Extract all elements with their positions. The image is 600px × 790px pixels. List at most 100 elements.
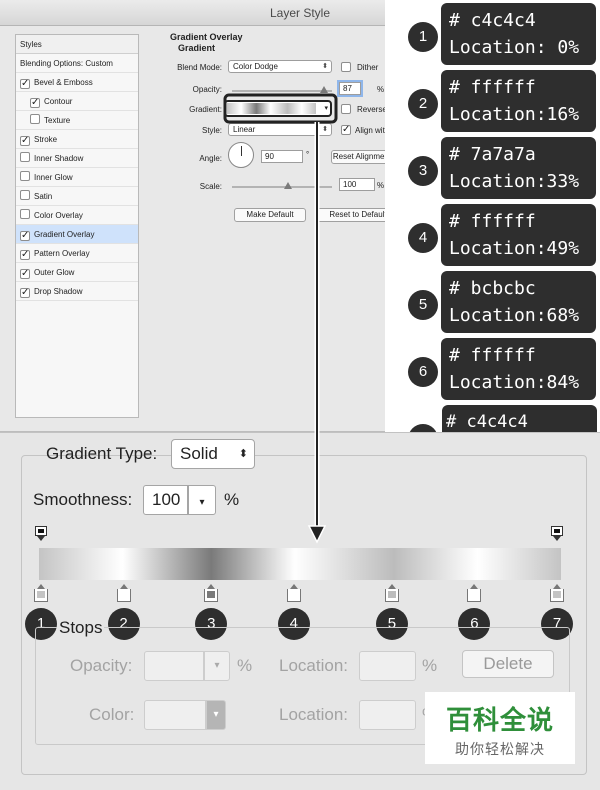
stop-color-dropdown[interactable]: ▾ bbox=[206, 700, 226, 730]
smoothness-input[interactable]: 100 bbox=[143, 485, 188, 515]
chevron-down-icon[interactable]: ▾ bbox=[324, 103, 328, 114]
callout-hex: # ffffff bbox=[449, 211, 536, 232]
styles-header[interactable]: Styles bbox=[16, 35, 138, 54]
stop-frame bbox=[116, 589, 131, 602]
style-item[interactable]: Blending Options: Custom bbox=[16, 54, 138, 73]
style-checkbox[interactable]: ✓ bbox=[20, 79, 30, 89]
make-default-button[interactable]: Make Default bbox=[234, 208, 306, 222]
callout-number: 2 bbox=[408, 89, 438, 119]
style-item[interactable]: Inner Glow bbox=[16, 168, 138, 187]
stop-location-label: Location: bbox=[279, 656, 348, 675]
delete-stop-button[interactable]: Delete bbox=[462, 650, 554, 678]
style-item[interactable]: ✓ Pattern Overlay bbox=[16, 244, 138, 263]
smoothness-dropdown[interactable]: ▾ bbox=[188, 485, 216, 515]
angle-dial[interactable] bbox=[228, 142, 254, 168]
style-checkbox[interactable]: ✓ bbox=[20, 269, 30, 279]
callout-hex: # ffffff bbox=[449, 77, 536, 98]
opacity-input[interactable]: 87 bbox=[339, 82, 361, 95]
style-item[interactable]: ✓ Contour bbox=[16, 92, 138, 111]
opacity-unit: % bbox=[377, 85, 385, 94]
style-checkbox[interactable]: ✓ bbox=[20, 250, 30, 260]
color-stop[interactable] bbox=[116, 584, 131, 602]
style-item-label: Inner Shadow bbox=[34, 154, 84, 163]
scale-slider-thumb[interactable] bbox=[284, 182, 292, 189]
stop-color-swatch[interactable] bbox=[144, 700, 206, 730]
color-stop[interactable] bbox=[467, 584, 482, 602]
section-title: Gradient Overlay bbox=[170, 32, 243, 42]
style-item[interactable]: Satin bbox=[16, 187, 138, 206]
stop-color-swatch bbox=[553, 591, 561, 598]
color-stop[interactable] bbox=[34, 584, 48, 602]
style-item[interactable]: Color Overlay bbox=[16, 206, 138, 225]
opacity-stop-swatch bbox=[551, 526, 563, 536]
stop-color-swatch bbox=[119, 591, 128, 598]
style-item[interactable]: Inner Shadow bbox=[16, 149, 138, 168]
opacity-slider[interactable] bbox=[232, 86, 332, 93]
reverse-checkbox[interactable] bbox=[341, 104, 351, 114]
scale-slider[interactable] bbox=[232, 182, 332, 189]
style-checkbox[interactable] bbox=[20, 190, 30, 200]
style-checkbox[interactable]: ✓ bbox=[20, 136, 30, 146]
watermark-line1: 百科全说 bbox=[445, 705, 554, 735]
style-checkbox[interactable] bbox=[20, 171, 30, 181]
color-stop[interactable] bbox=[550, 584, 564, 602]
stop-opacity-dropdown[interactable]: ▾ bbox=[204, 651, 230, 681]
stop-location2-input[interactable] bbox=[359, 700, 416, 730]
scale-unit: % bbox=[377, 181, 385, 190]
dither-checkbox[interactable] bbox=[341, 62, 351, 72]
gradient-bar[interactable] bbox=[39, 548, 561, 580]
style-item-label: Bevel & Emboss bbox=[34, 78, 93, 87]
style-item[interactable]: ✓ Stroke bbox=[16, 130, 138, 149]
stop-frame bbox=[34, 589, 48, 602]
stop-opacity-input[interactable] bbox=[144, 651, 204, 681]
blend-mode-select[interactable]: Color Dodge ⬍ bbox=[228, 60, 332, 73]
style-checkbox[interactable]: ✓ bbox=[20, 288, 30, 298]
stop-location-input[interactable] bbox=[359, 651, 416, 681]
angle-input[interactable]: 90 bbox=[261, 150, 303, 163]
scale-input[interactable]: 100 bbox=[339, 178, 375, 191]
style-item-label: Satin bbox=[34, 192, 53, 201]
style-item[interactable]: ✓ Bevel & Emboss bbox=[16, 73, 138, 92]
blend-mode-value: Color Dodge bbox=[233, 62, 278, 71]
gradient-type-select[interactable]: Solid ⬍ bbox=[171, 439, 255, 469]
align-checkbox[interactable]: ✓ bbox=[341, 125, 351, 135]
styles-list: Styles Blending Options: Custom ✓ Bevel & … bbox=[15, 34, 139, 418]
style-item[interactable]: ✓ Gradient Overlay bbox=[16, 225, 138, 244]
callout-hex: # 7a7a7a bbox=[449, 144, 536, 165]
style-item[interactable]: ✓ Drop Shadow bbox=[16, 282, 138, 301]
stop-pointer bbox=[553, 536, 561, 541]
gradient-label: Gradient: bbox=[189, 105, 222, 114]
style-checkbox[interactable] bbox=[30, 114, 40, 124]
style-checkbox[interactable] bbox=[20, 209, 30, 219]
style-checkbox[interactable] bbox=[20, 152, 30, 162]
style-checkbox[interactable]: ✓ bbox=[20, 231, 30, 241]
color-stop[interactable] bbox=[286, 584, 301, 602]
angle-label: Angle: bbox=[199, 154, 222, 163]
color-stop[interactable] bbox=[204, 584, 219, 602]
gradient-picker[interactable]: ▾ bbox=[224, 100, 332, 117]
opacity-stop-left[interactable] bbox=[35, 526, 47, 541]
style-item-label: Texture bbox=[44, 116, 71, 125]
opacity-slider-thumb[interactable] bbox=[320, 86, 328, 93]
color-stop[interactable] bbox=[384, 584, 399, 602]
style-checkbox[interactable]: ✓ bbox=[30, 98, 40, 108]
stop-opacity-unit: % bbox=[237, 656, 253, 675]
style-select[interactable]: Linear ⬍ bbox=[228, 123, 332, 136]
reset-alignment-button[interactable]: Reset Alignment bbox=[331, 150, 393, 164]
style-item[interactable]: Texture bbox=[16, 111, 138, 130]
stops-label: Stops bbox=[57, 618, 105, 638]
stop-location2-label: Location: bbox=[279, 705, 348, 724]
opacity-stop-right[interactable] bbox=[551, 526, 563, 541]
gradient-overlay-panel: Gradient Overlay Gradient Blend Mode: Co… bbox=[154, 32, 414, 418]
stop-color-swatch bbox=[387, 591, 396, 598]
callout-box: # 7a7a7a Location:33% bbox=[441, 137, 596, 199]
callout-location: Location:16% bbox=[449, 104, 580, 125]
gradient-preview[interactable] bbox=[227, 103, 316, 114]
style-item[interactable]: ✓ Outer Glow bbox=[16, 263, 138, 282]
chevron-updown-icon: ⬍ bbox=[322, 126, 328, 133]
callout-hex: # bcbcbc bbox=[449, 278, 536, 299]
style-item-label: Drop Shadow bbox=[34, 287, 83, 296]
stop-frame bbox=[204, 589, 219, 602]
callout-hex: # ffffff bbox=[449, 345, 536, 366]
callout-box: # ffffff Location:16% bbox=[441, 70, 596, 132]
